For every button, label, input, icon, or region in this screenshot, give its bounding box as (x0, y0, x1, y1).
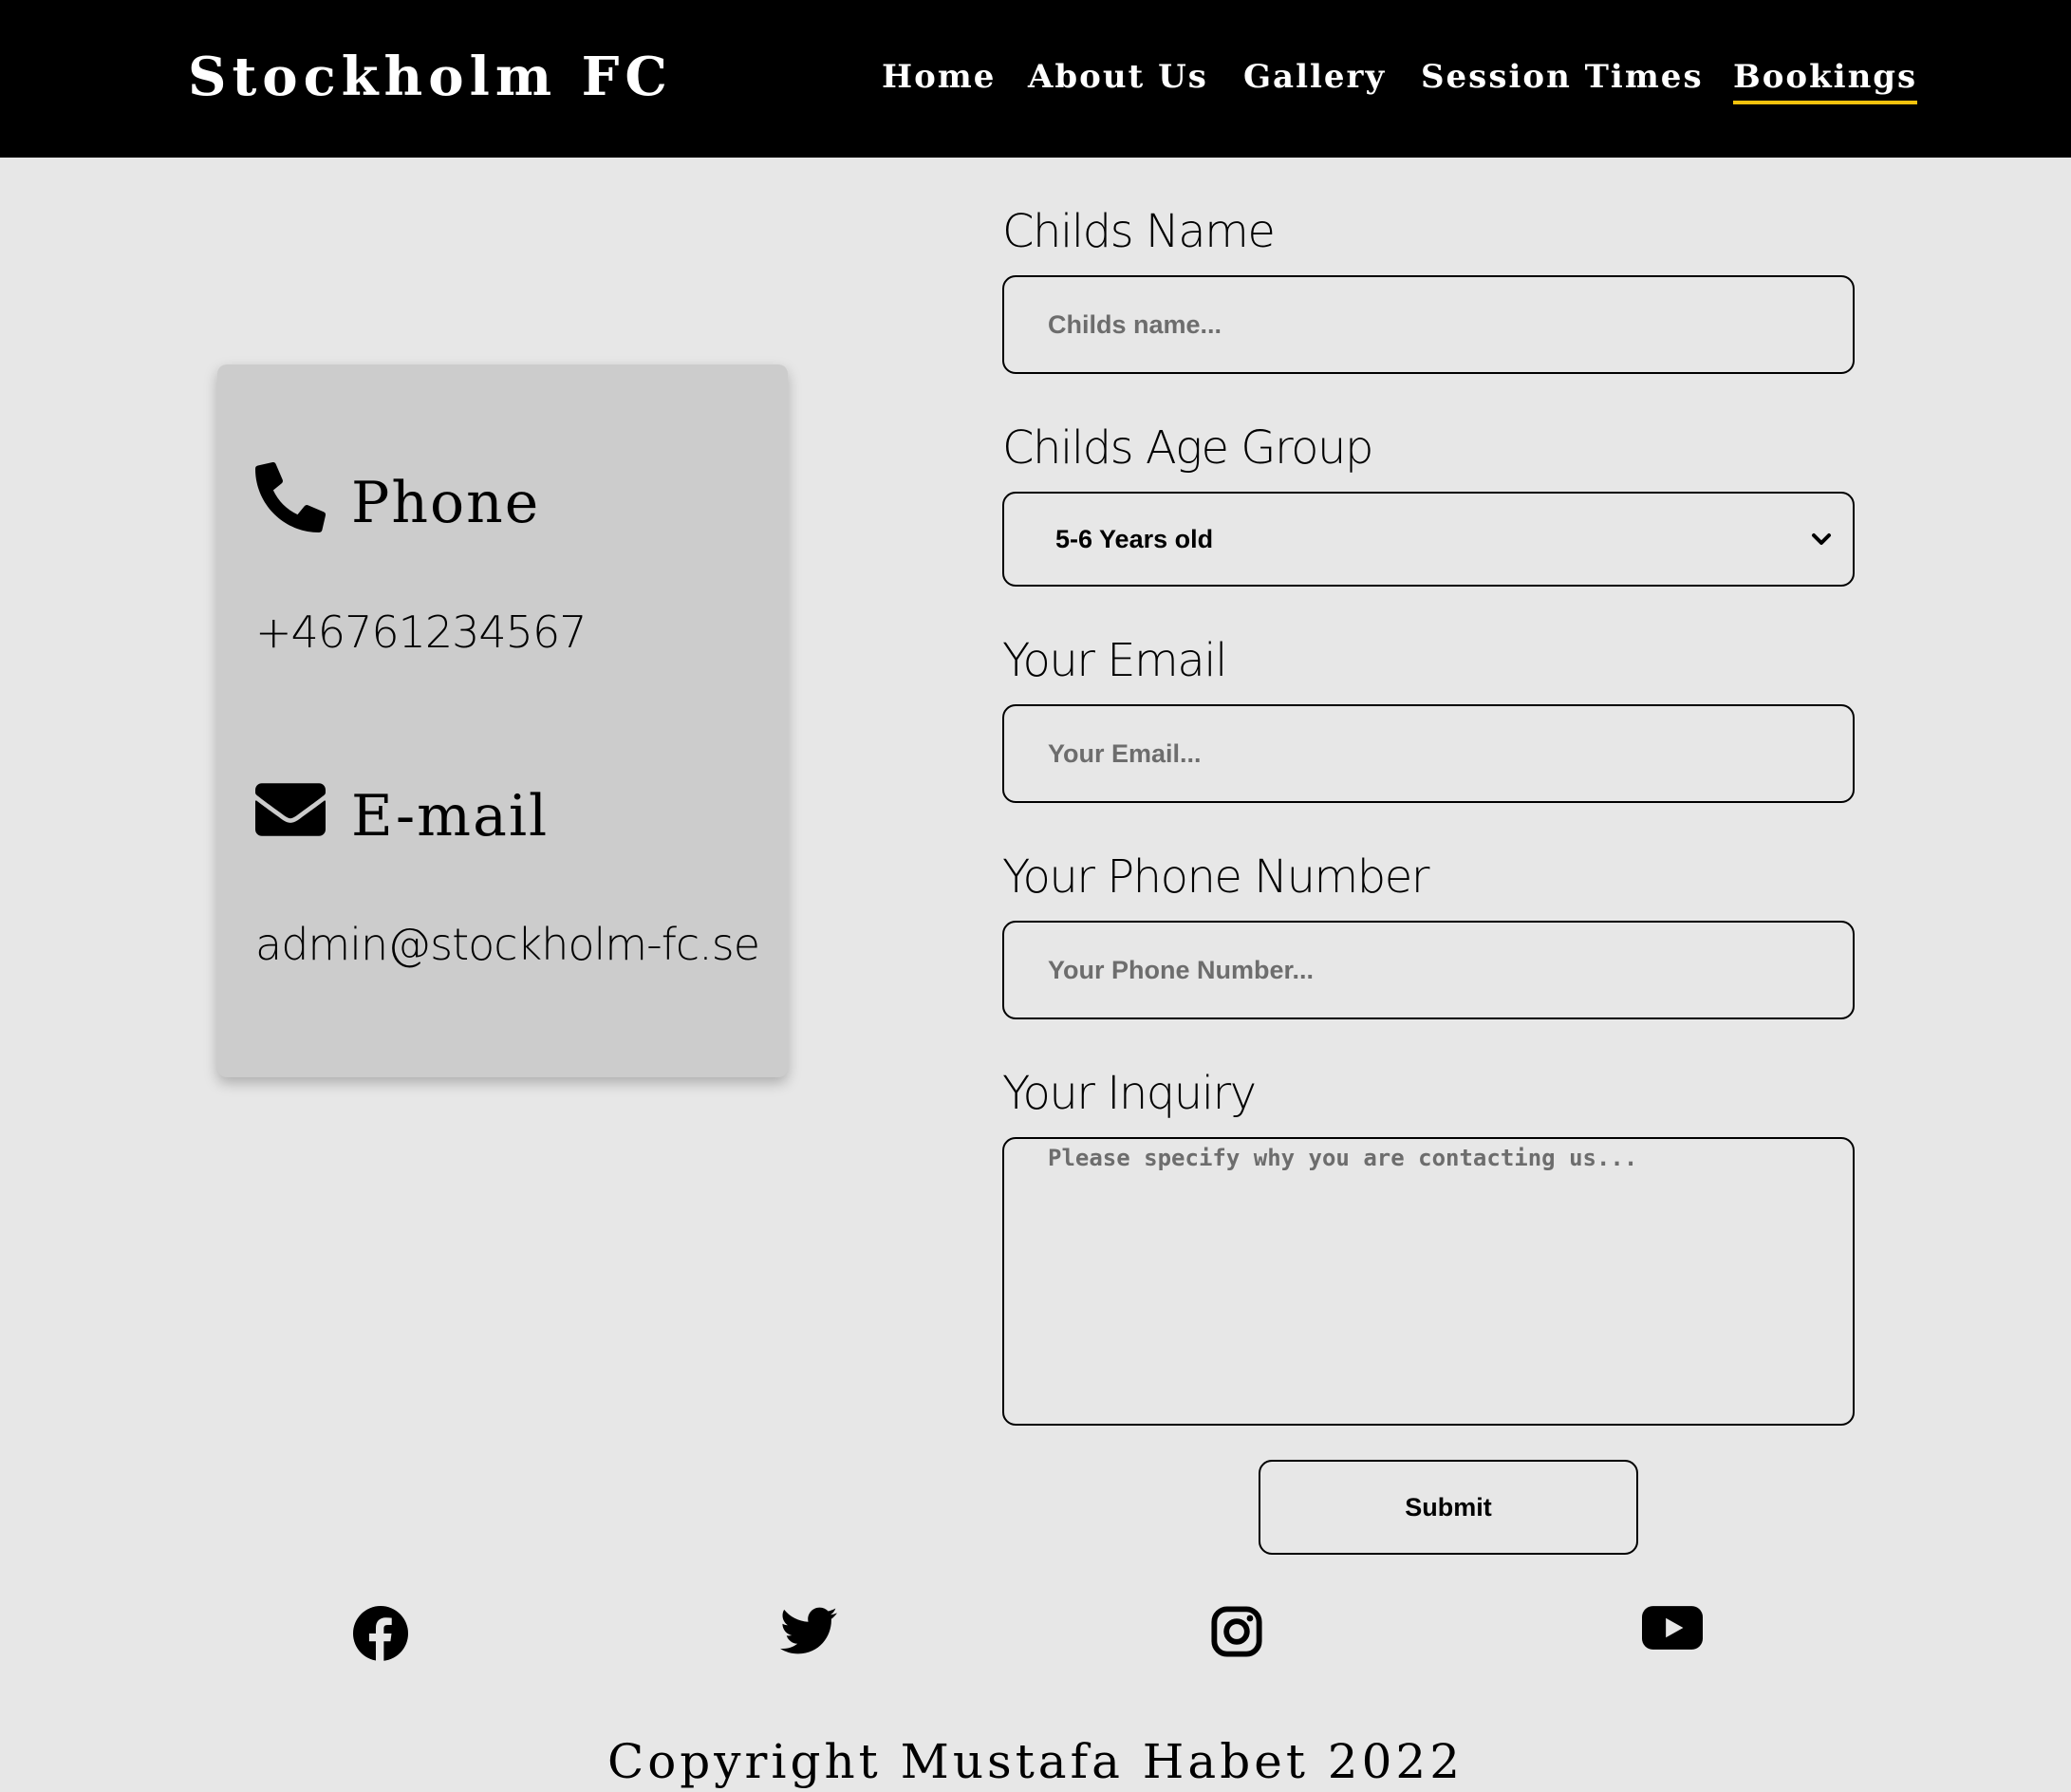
contact-card: Phone +46761234567 E-mail admin@stockhol… (217, 364, 788, 1077)
nav-bookings[interactable]: Bookings (1733, 53, 1918, 104)
phone-number-label: Your Phone Number (1002, 850, 1430, 904)
youtube-icon[interactable] (1642, 1606, 1703, 1650)
email-value[interactable]: admin@stockholm-fc.se (255, 918, 760, 971)
inquiry-label: Your Inquiry (1002, 1067, 1257, 1120)
child-name-input[interactable] (1002, 275, 1855, 374)
phone-number-input[interactable] (1002, 921, 1855, 1019)
nav-about-us[interactable]: About Us (1028, 53, 1208, 101)
email-label: Your Email (1002, 634, 1227, 687)
site-header: Stockholm FC Home About Us Gallery Sessi… (0, 0, 2071, 158)
age-group-select[interactable]: 5-6 Years old (1002, 492, 1855, 587)
envelope-icon (255, 783, 326, 836)
nav-home[interactable]: Home (882, 53, 996, 101)
email-heading: E-mail (351, 783, 550, 849)
child-name-label: Childs Name (1002, 205, 1276, 258)
age-group-selected-value: 5-6 Years old (1055, 525, 1214, 553)
copyright-text: Copyright Mustafa Habet 2022 (606, 1734, 1465, 1789)
nav-session-times[interactable]: Session Times (1421, 53, 1704, 101)
main-nav: Home About Us Gallery Session Times Book… (0, 53, 2071, 110)
age-group-label: Childs Age Group (1002, 421, 1373, 475)
phone-icon (255, 462, 326, 532)
chevron-down-icon (1812, 533, 1831, 545)
instagram-icon[interactable] (1211, 1606, 1262, 1657)
submit-button[interactable]: Submit (1259, 1460, 1638, 1555)
nav-gallery[interactable]: Gallery (1243, 53, 1386, 101)
phone-value: +46761234567 (255, 607, 587, 658)
email-input[interactable] (1002, 704, 1855, 803)
inquiry-textarea[interactable] (1002, 1137, 1855, 1426)
facebook-icon[interactable] (353, 1606, 408, 1661)
phone-heading: Phone (351, 470, 541, 536)
twitter-icon[interactable] (780, 1606, 837, 1655)
